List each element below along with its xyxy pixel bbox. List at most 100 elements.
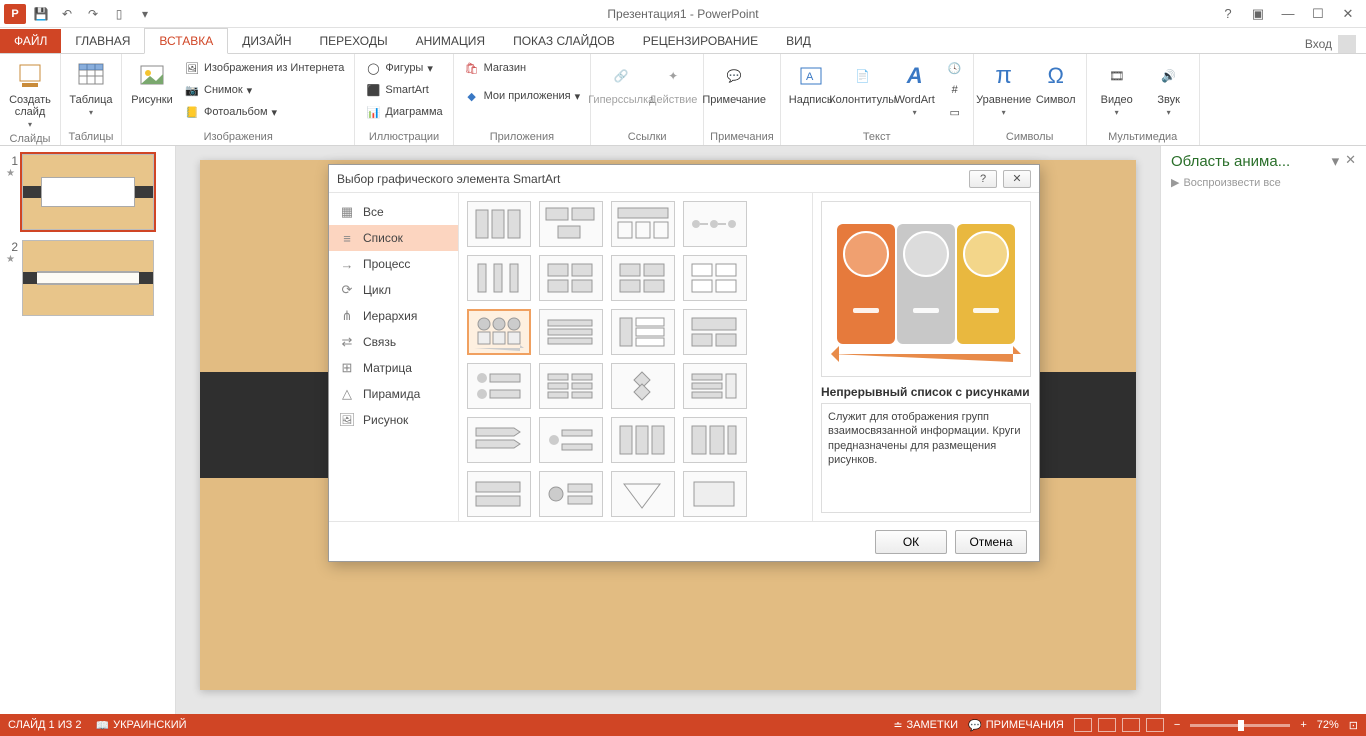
start-slideshow-icon[interactable]: ▯ (108, 3, 130, 25)
cat-list[interactable]: ≡Список (329, 225, 458, 251)
store-button[interactable]: 🛍Магазин (460, 58, 585, 78)
slide-thumbnail[interactable] (22, 240, 154, 316)
tab-design[interactable]: ДИЗАЙН (228, 29, 305, 53)
language-indicator[interactable]: 📖 УКРАИНСКИЙ (95, 719, 186, 732)
table-button[interactable]: Таблица▾ (67, 58, 115, 119)
layout-item[interactable] (683, 309, 747, 355)
layout-item[interactable] (467, 471, 531, 517)
chart-button[interactable]: 📊Диаграмма (361, 102, 446, 122)
layout-item-selected[interactable] (467, 309, 531, 355)
undo-icon[interactable]: ↶ (56, 3, 78, 25)
my-apps-button[interactable]: ◆Мои приложения ▾ (460, 86, 585, 106)
layout-item[interactable] (539, 417, 603, 463)
video-button[interactable]: 🎞Видео▾ (1093, 58, 1141, 119)
close-icon[interactable]: ✕ (1334, 4, 1362, 24)
slideshow-view-icon[interactable] (1146, 718, 1164, 732)
minimize-icon[interactable]: — (1274, 4, 1302, 24)
tab-animations[interactable]: АНИМАЦИЯ (402, 29, 499, 53)
dialog-help-icon[interactable]: ? (969, 170, 997, 188)
screenshot-button[interactable]: 📷Снимок ▾ (180, 80, 348, 100)
object-button[interactable]: ▭ (943, 102, 967, 122)
normal-view-icon[interactable] (1074, 718, 1092, 732)
pane-close-icon[interactable]: ✕ (1345, 152, 1356, 170)
online-pictures-button[interactable]: 🖼Изображения из Интернета (180, 58, 348, 78)
tab-file[interactable]: ФАЙЛ (0, 29, 61, 53)
sorter-view-icon[interactable] (1098, 718, 1116, 732)
layout-item[interactable] (467, 255, 531, 301)
new-slide-button[interactable]: Создать слайд▾ (6, 58, 54, 131)
layout-item[interactable] (611, 363, 675, 409)
comment-button[interactable]: 💬Примечание (710, 58, 758, 108)
ribbon-display-icon[interactable]: ▣ (1244, 4, 1272, 24)
layout-item[interactable] (683, 201, 747, 247)
pictures-button[interactable]: Рисунки (128, 58, 176, 108)
redo-icon[interactable]: ↷ (82, 3, 104, 25)
save-icon[interactable]: 💾 (30, 3, 52, 25)
slide-indicator[interactable]: СЛАЙД 1 ИЗ 2 (8, 719, 81, 731)
help-icon[interactable]: ? (1214, 4, 1242, 24)
zoom-slider[interactable] (1190, 724, 1290, 727)
cat-all[interactable]: ▦Все (329, 199, 458, 225)
play-all-button[interactable]: ▶ Воспроизвести все (1171, 176, 1356, 189)
comments-button[interactable]: 💬 ПРИМЕЧАНИЯ (968, 719, 1064, 732)
hyperlink-button[interactable]: 🔗Гиперссылка (597, 58, 645, 108)
shapes-button[interactable]: ◯Фигуры ▾ (361, 58, 446, 78)
layout-item[interactable] (683, 417, 747, 463)
layout-item[interactable] (683, 471, 747, 517)
pane-dropdown-icon[interactable]: ▾ (1332, 152, 1340, 170)
layout-item[interactable] (467, 201, 531, 247)
smartart-button[interactable]: ⬛SmartArt (361, 80, 446, 100)
tab-insert[interactable]: ВСТАВКА (144, 28, 228, 54)
symbol-button[interactable]: ΩСимвол (1032, 58, 1080, 108)
layout-item[interactable] (539, 363, 603, 409)
layout-item[interactable] (683, 255, 747, 301)
layout-item[interactable] (539, 255, 603, 301)
user-icon[interactable] (1338, 35, 1356, 53)
layout-item[interactable] (467, 363, 531, 409)
textbox-button[interactable]: AНадпись (787, 58, 835, 108)
cat-relationship[interactable]: ⇄Связь (329, 329, 458, 355)
fit-to-window-icon[interactable]: ⊡ (1349, 719, 1358, 732)
tab-transitions[interactable]: ПЕРЕХОДЫ (306, 29, 402, 53)
cat-matrix[interactable]: ⊞Матрица (329, 355, 458, 381)
layout-item[interactable] (611, 255, 675, 301)
audio-button[interactable]: 🔊Звук▾ (1145, 58, 1193, 119)
header-footer-button[interactable]: 📄Колонтитулы (839, 58, 887, 108)
zoom-level[interactable]: 72% (1317, 719, 1339, 731)
equation-button[interactable]: πУравнение▾ (980, 58, 1028, 119)
layout-item[interactable] (539, 201, 603, 247)
photo-album-button[interactable]: 📒Фотоальбом ▾ (180, 102, 348, 122)
layout-item[interactable] (539, 309, 603, 355)
login-link[interactable]: Вход (1305, 37, 1332, 51)
slide-number-button[interactable]: # (943, 80, 967, 100)
date-time-button[interactable]: 🕓 (943, 58, 967, 78)
cat-cycle[interactable]: ⟳Цикл (329, 277, 458, 303)
layout-item[interactable] (611, 417, 675, 463)
layout-item[interactable] (467, 417, 531, 463)
dialog-close-icon[interactable]: ✕ (1003, 170, 1031, 188)
layout-item[interactable] (683, 363, 747, 409)
tab-review[interactable]: РЕЦЕНЗИРОВАНИЕ (629, 29, 772, 53)
cat-process[interactable]: →Процесс (329, 251, 458, 277)
tab-view[interactable]: ВИД (772, 29, 825, 53)
maximize-icon[interactable]: ☐ (1304, 4, 1332, 24)
ok-button[interactable]: ОК (875, 530, 947, 554)
layout-item[interactable] (611, 309, 675, 355)
tab-slideshow[interactable]: ПОКАЗ СЛАЙДОВ (499, 29, 629, 53)
tab-home[interactable]: ГЛАВНАЯ (61, 29, 144, 53)
cat-pyramid[interactable]: △Пирамида (329, 381, 458, 407)
reading-view-icon[interactable] (1122, 718, 1140, 732)
layout-item[interactable] (611, 201, 675, 247)
cat-hierarchy[interactable]: ⋔Иерархия (329, 303, 458, 329)
zoom-in-icon[interactable]: + (1300, 719, 1306, 731)
qat-dropdown-icon[interactable]: ▾ (134, 3, 156, 25)
cat-picture[interactable]: 🖼Рисунок (329, 407, 458, 433)
layout-item[interactable] (611, 471, 675, 517)
cancel-button[interactable]: Отмена (955, 530, 1027, 554)
notes-button[interactable]: ≐ ЗАМЕТКИ (893, 719, 958, 732)
zoom-out-icon[interactable]: − (1174, 719, 1180, 731)
layout-item[interactable] (539, 471, 603, 517)
action-button[interactable]: ✦Действие (649, 58, 697, 108)
slide-thumbnail[interactable] (22, 154, 154, 230)
wordart-button[interactable]: AWordArt▾ (891, 58, 939, 119)
